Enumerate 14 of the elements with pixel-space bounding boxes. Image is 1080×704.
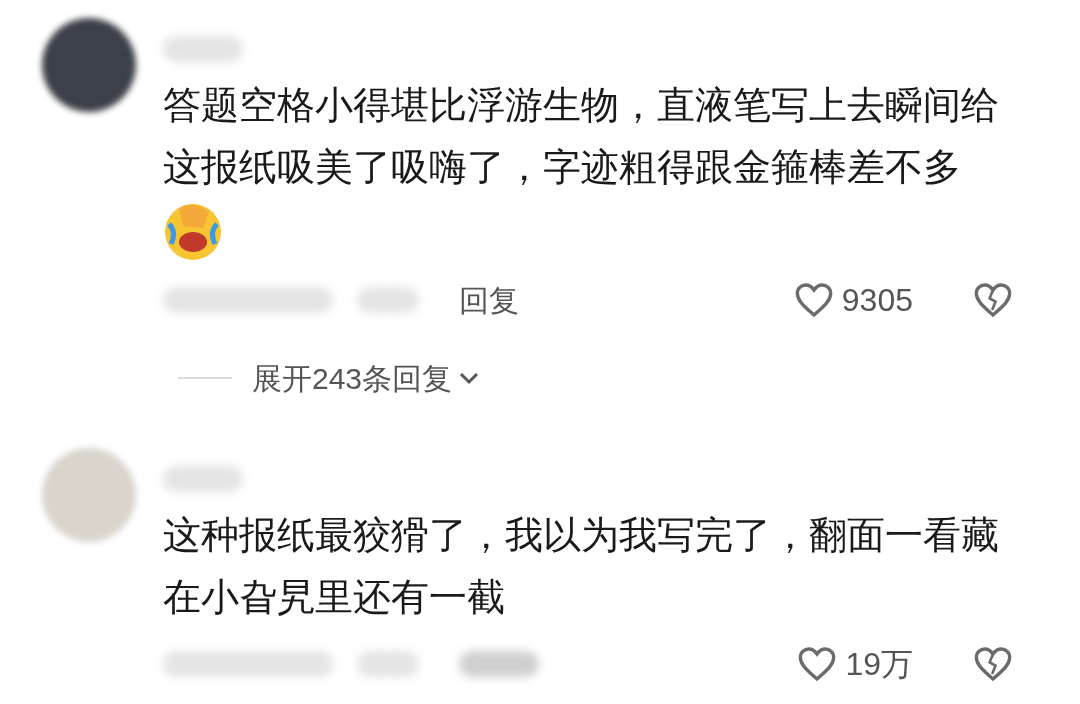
broken-heart-icon[interactable] [973,645,1013,683]
blurred-text [357,651,419,677]
reply-link[interactable]: 回复 [459,277,519,323]
heart-icon[interactable] [797,645,838,683]
expand-replies-button[interactable]: 展开243条回复 [252,355,481,401]
heart-icon[interactable] [793,281,834,319]
chevron-down-icon [458,371,481,385]
comment-text: 答题空格小得堪比浮游生物，直液笔写上去瞬间给这报纸吸美了吸嗨了，字迹粗得跟金箍棒差不多 [163,83,1000,190]
comment-text: 这种报纸最狡猾了，我以为我写完了，翻面一看藏在小旮旯里还有一截 [163,513,1000,620]
broken-heart-icon[interactable] [973,281,1013,319]
like-count: 9305 [841,281,913,320]
blurred-text [357,287,419,313]
like-count: 19万 [845,645,913,684]
avatar[interactable] [42,18,136,112]
